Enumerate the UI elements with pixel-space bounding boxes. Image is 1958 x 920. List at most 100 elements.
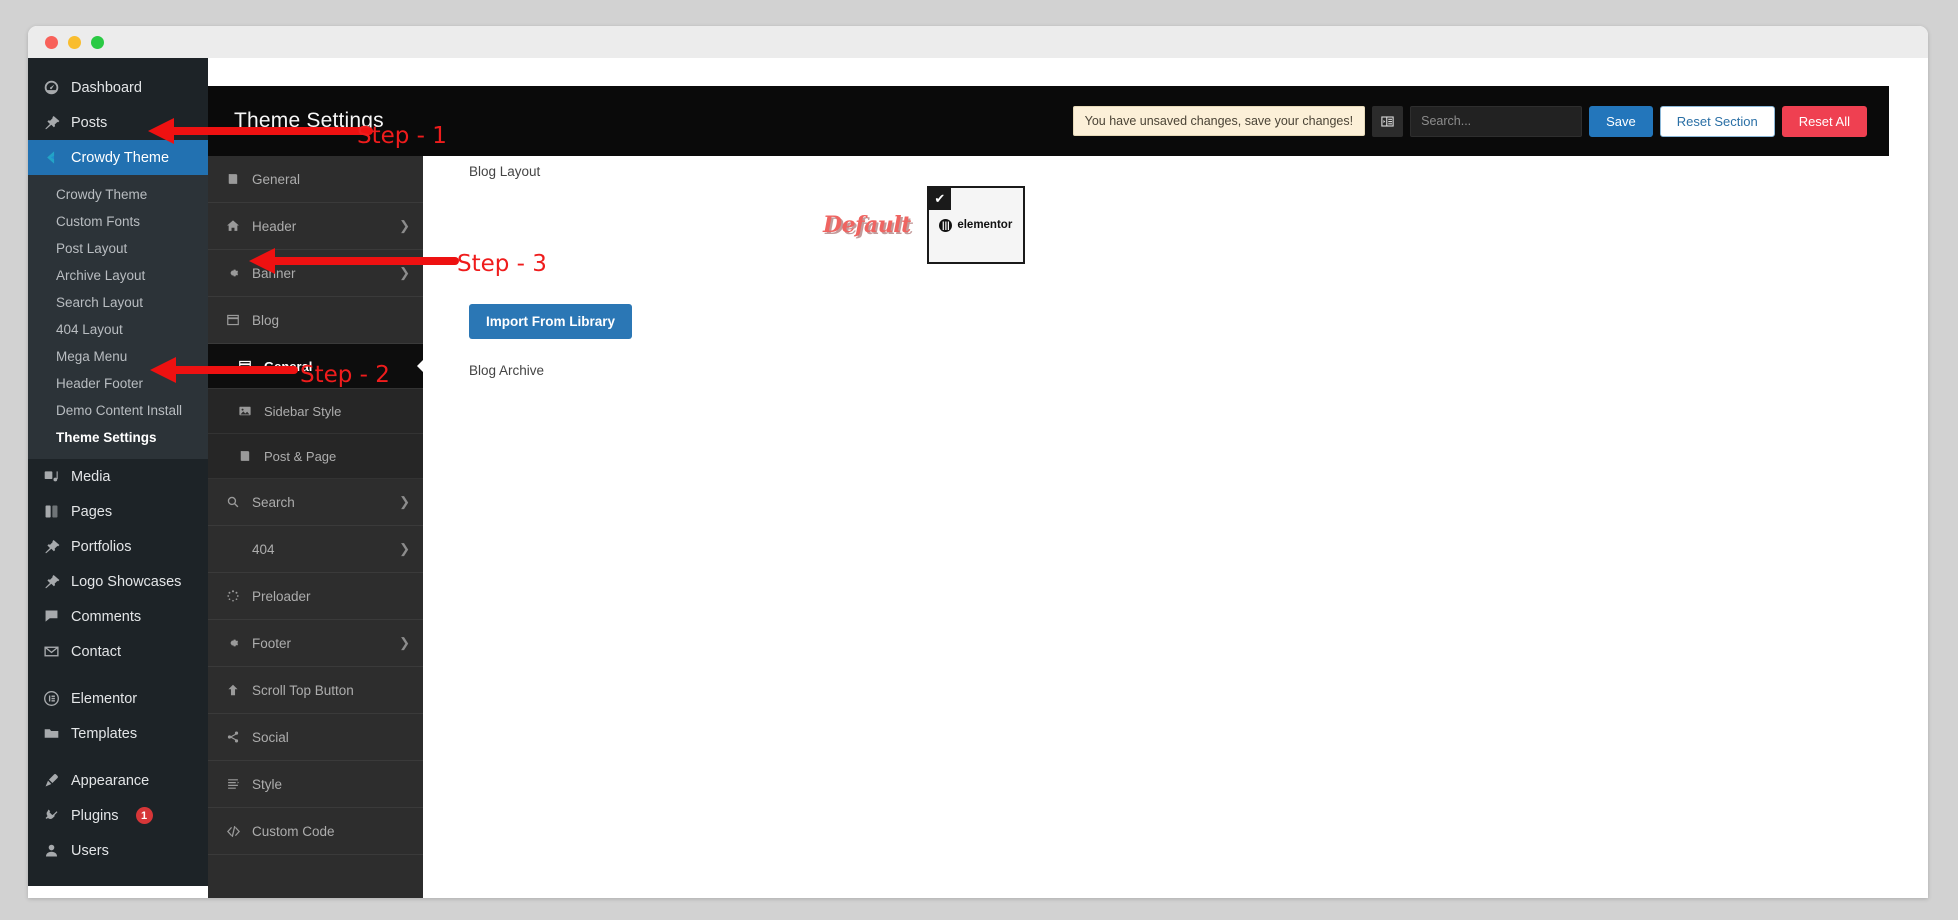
elementor-label: elementor (957, 219, 1013, 231)
nav-item-404[interactable]: 404 ❯ (208, 526, 423, 573)
step-1-label: Step - 1 (357, 123, 447, 149)
sidebar-item-label: Templates (71, 725, 138, 742)
import-from-library-button[interactable]: Import From Library (469, 304, 633, 339)
sidebar-item-label: Elementor (71, 690, 138, 707)
crowdy-theme-submenu: Crowdy Theme Custom Fonts Post Layout Ar… (28, 175, 208, 459)
sidebar-item-label: Plugins (71, 807, 119, 824)
minimize-window-button[interactable] (68, 35, 81, 49)
plug-icon (42, 806, 61, 825)
comment-icon (42, 607, 61, 626)
sidebar-item-label: Pages (71, 503, 113, 520)
expand-options-icon[interactable] (1372, 105, 1404, 137)
sidebar-item-label: Logo Showcases (71, 573, 182, 590)
sidebar-item-plugins[interactable]: Plugins 1 (28, 798, 208, 833)
nav-item-search[interactable]: Search ❯ (208, 479, 423, 526)
layout-option-name: Default (823, 212, 911, 238)
sidebar-item-label: Comments (71, 608, 142, 625)
book-icon (238, 449, 255, 463)
sidebar-item-label: Crowdy Theme (71, 149, 170, 166)
sidebar-item-appearance[interactable]: Appearance (28, 763, 208, 798)
blog-layout-option: Default ✔ ||| elementor (823, 186, 1025, 264)
submenu-item-demo-content-install[interactable]: Demo Content Install (28, 397, 208, 424)
nav-item-custom-code[interactable]: Custom Code (208, 808, 423, 855)
subnav-item-sidebar-style[interactable]: Sidebar Style (208, 389, 423, 434)
blog-archive-field-label: Blog Archive (469, 363, 545, 378)
nav-item-label: Social (252, 729, 289, 745)
sidebar-item-contact[interactable]: Contact (28, 634, 208, 669)
envelope-icon (42, 642, 61, 661)
nav-item-style[interactable]: Style (208, 761, 423, 808)
step-2-label: Step - 2 (300, 362, 390, 388)
sidebar-divider-2 (28, 751, 208, 763)
submenu-item-custom-fonts[interactable]: Custom Fonts (28, 208, 208, 235)
step-2-arrow (150, 357, 298, 383)
reset-section-button[interactable]: Reset Section (1659, 105, 1775, 137)
sidebar-item-portfolios[interactable]: Portfolios (28, 529, 208, 564)
search-input[interactable] (1410, 105, 1583, 137)
nav-item-scroll-top-button[interactable]: Scroll Top Button (208, 667, 423, 714)
pages-icon (42, 502, 61, 521)
sidebar-item-media[interactable]: Media (28, 459, 208, 494)
sidebar-item-users[interactable]: Users (28, 833, 208, 868)
arrow-head (148, 118, 174, 144)
step-1-arrow (148, 118, 373, 144)
arrow-shaft (273, 257, 459, 265)
elementor-glyph-icon: ||| (939, 218, 953, 232)
share-icon (226, 730, 243, 744)
user-icon (42, 841, 61, 860)
sidebar-item-logo-showcases[interactable]: Logo Showcases (28, 564, 208, 599)
arrow-head (249, 248, 275, 274)
submenu-item-404-layout[interactable]: 404 Layout (28, 316, 208, 343)
browser-window: Dashboard Posts Crowdy Theme Crowdy Them… (28, 26, 1928, 898)
save-button[interactable]: Save (1589, 105, 1653, 137)
nav-item-header[interactable]: Header ❯ (208, 203, 423, 250)
sidebar-item-label: Portfolios (71, 538, 132, 555)
submenu-item-archive-layout[interactable]: Archive Layout (28, 262, 208, 289)
nav-item-label: Header (252, 218, 297, 234)
window-icon (226, 313, 243, 327)
nav-item-label: Blog (252, 312, 280, 328)
chevron-right-icon: ❯ (399, 635, 410, 650)
elementor-logo: ||| elementor (939, 218, 1013, 232)
submenu-item-post-layout[interactable]: Post Layout (28, 235, 208, 262)
subnav-item-post-and-page[interactable]: Post & Page (208, 434, 423, 479)
sidebar-item-dashboard[interactable]: Dashboard (28, 70, 208, 105)
blog-layout-field-label: Blog Layout (469, 164, 541, 179)
nav-item-blog[interactable]: Blog (208, 297, 423, 344)
sidebar-item-crowdy-theme[interactable]: Crowdy Theme (28, 140, 208, 175)
spinner-icon (226, 589, 243, 603)
gear-icon (226, 266, 243, 280)
nav-item-preloader[interactable]: Preloader (208, 573, 423, 620)
layout-thumbnail-default[interactable]: ✔ ||| elementor (926, 186, 1025, 264)
nav-item-label: Custom Code (252, 823, 335, 839)
folder-icon (42, 724, 61, 743)
sidebar-item-templates[interactable]: Templates (28, 716, 208, 751)
search-icon (226, 495, 243, 509)
sidebar-top-spacer (28, 58, 208, 70)
sidebar-item-label: Appearance (71, 772, 150, 789)
nav-item-footer[interactable]: Footer ❯ (208, 620, 423, 667)
nav-item-label: Style (252, 776, 283, 792)
nav-item-label: Search (252, 494, 295, 510)
nav-item-social[interactable]: Social (208, 714, 423, 761)
arrow-head (150, 357, 176, 383)
pin-icon (42, 113, 61, 132)
pin-icon (42, 572, 61, 591)
dashboard-icon (42, 78, 61, 97)
code-icon (226, 824, 243, 839)
sidebar-item-elementor[interactable]: Elementor (28, 681, 208, 716)
maximize-window-button[interactable] (91, 35, 104, 49)
step-3-label: Step - 3 (457, 251, 547, 277)
submenu-item-search-layout[interactable]: Search Layout (28, 289, 208, 316)
sidebar-item-pages[interactable]: Pages (28, 494, 208, 529)
panel-header: Theme Settings You have unsaved changes,… (208, 86, 1889, 156)
submenu-item-theme-settings[interactable]: Theme Settings (28, 424, 208, 451)
sidebar-item-comments[interactable]: Comments (28, 599, 208, 634)
reset-all-button[interactable]: Reset All (1781, 105, 1867, 137)
submenu-item-crowdy-theme[interactable]: Crowdy Theme (28, 181, 208, 208)
book-icon (226, 172, 243, 186)
media-icon (42, 467, 61, 486)
pin-icon (42, 537, 61, 556)
close-window-button[interactable] (45, 35, 58, 49)
nav-item-general[interactable]: General (208, 156, 423, 203)
